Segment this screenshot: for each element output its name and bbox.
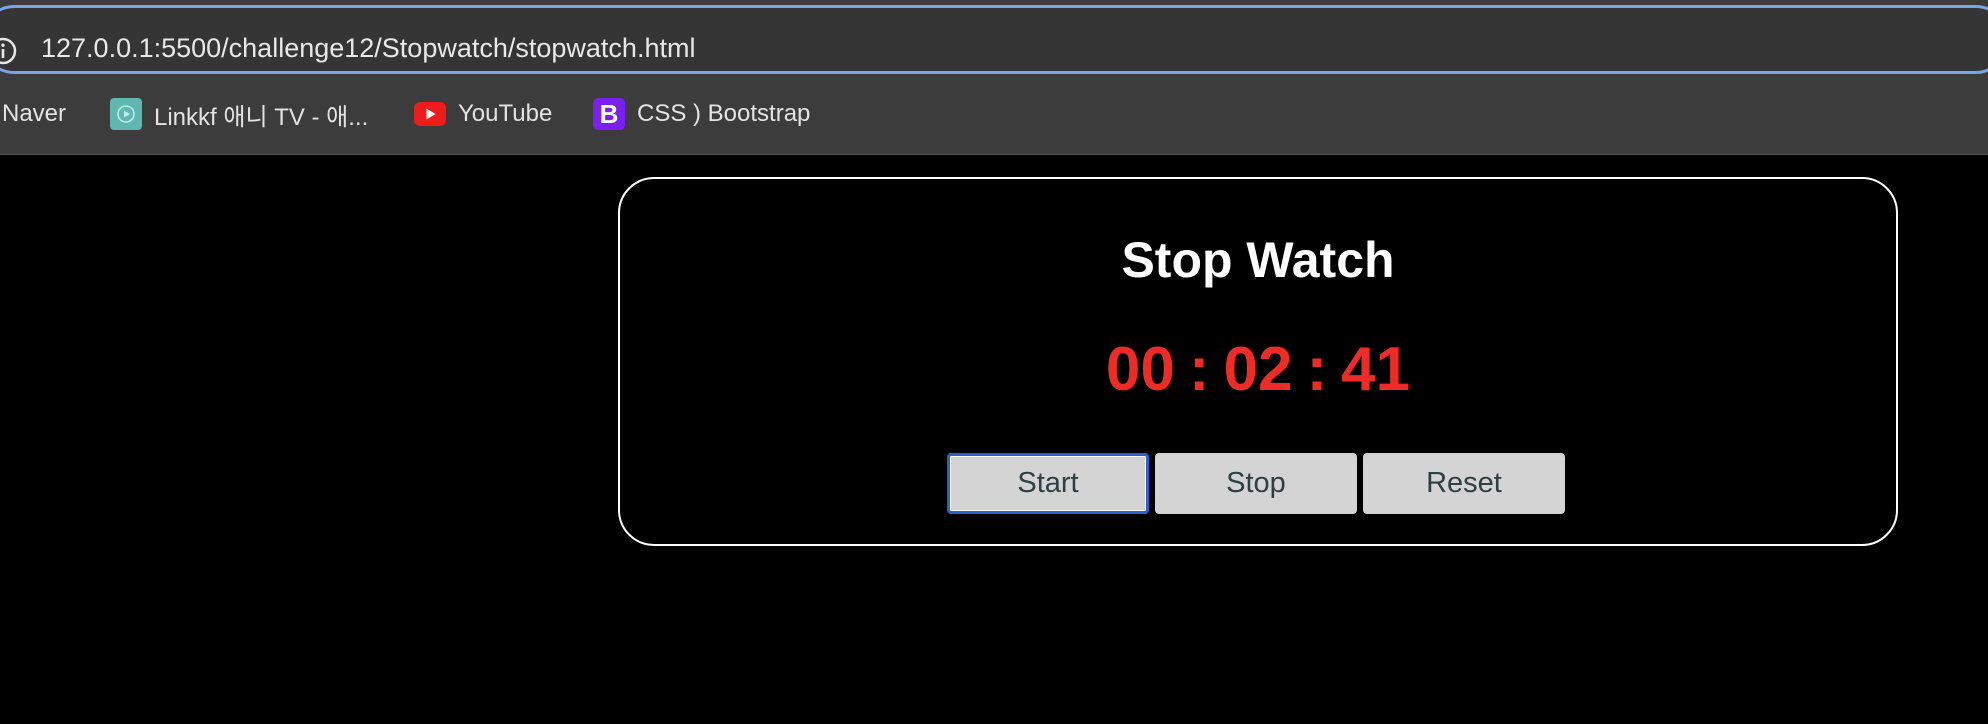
bookmark-bootstrap[interactable]: B CSS ) Bootstrap <box>593 92 810 136</box>
start-button[interactable]: Start <box>947 453 1149 514</box>
info-icon[interactable] <box>0 33 21 69</box>
bookmark-label: Linkkf 애니 TV - 애... <box>154 103 369 131</box>
stopwatch-card: Stop Watch 00:02:41 Start Stop Reset <box>618 177 1898 546</box>
stop-button[interactable]: Stop <box>1155 453 1357 514</box>
time-display: 00:02:41 <box>620 334 1896 405</box>
bookmark-label: Naver <box>2 100 67 127</box>
minutes-value: 02 <box>1223 335 1293 404</box>
bookmark-label: YouTube <box>458 100 553 127</box>
bookmarks-bar: Naver Linkkf 애니 TV - 애... YouTube B CSS … <box>0 92 1988 136</box>
bookmark-youtube[interactable]: YouTube <box>414 92 552 136</box>
seconds-value: 41 <box>1341 335 1411 404</box>
bookmark-naver[interactable]: Naver <box>2 92 66 136</box>
time-separator: : <box>1188 335 1210 404</box>
page-title: Stop Watch <box>1121 232 1395 288</box>
address-bar[interactable]: 127.0.0.1:5500/challenge12/Stopwatch/sto… <box>0 5 1988 74</box>
bookmark-label: CSS ) Bootstrap <box>637 100 811 127</box>
youtube-icon <box>414 98 446 130</box>
bootstrap-icon: B <box>593 98 625 130</box>
play-icon <box>110 98 142 130</box>
hours-value: 00 <box>1105 335 1175 404</box>
reset-button[interactable]: Reset <box>1363 453 1565 514</box>
control-buttons: Start Stop Reset <box>947 453 1565 514</box>
url-text[interactable]: 127.0.0.1:5500/challenge12/Stopwatch/sto… <box>41 30 695 66</box>
time-separator: : <box>1306 335 1328 404</box>
bookmark-linkkf[interactable]: Linkkf 애니 TV - 애... <box>110 92 368 136</box>
browser-chrome: 127.0.0.1:5500/challenge12/Stopwatch/sto… <box>0 0 1988 155</box>
